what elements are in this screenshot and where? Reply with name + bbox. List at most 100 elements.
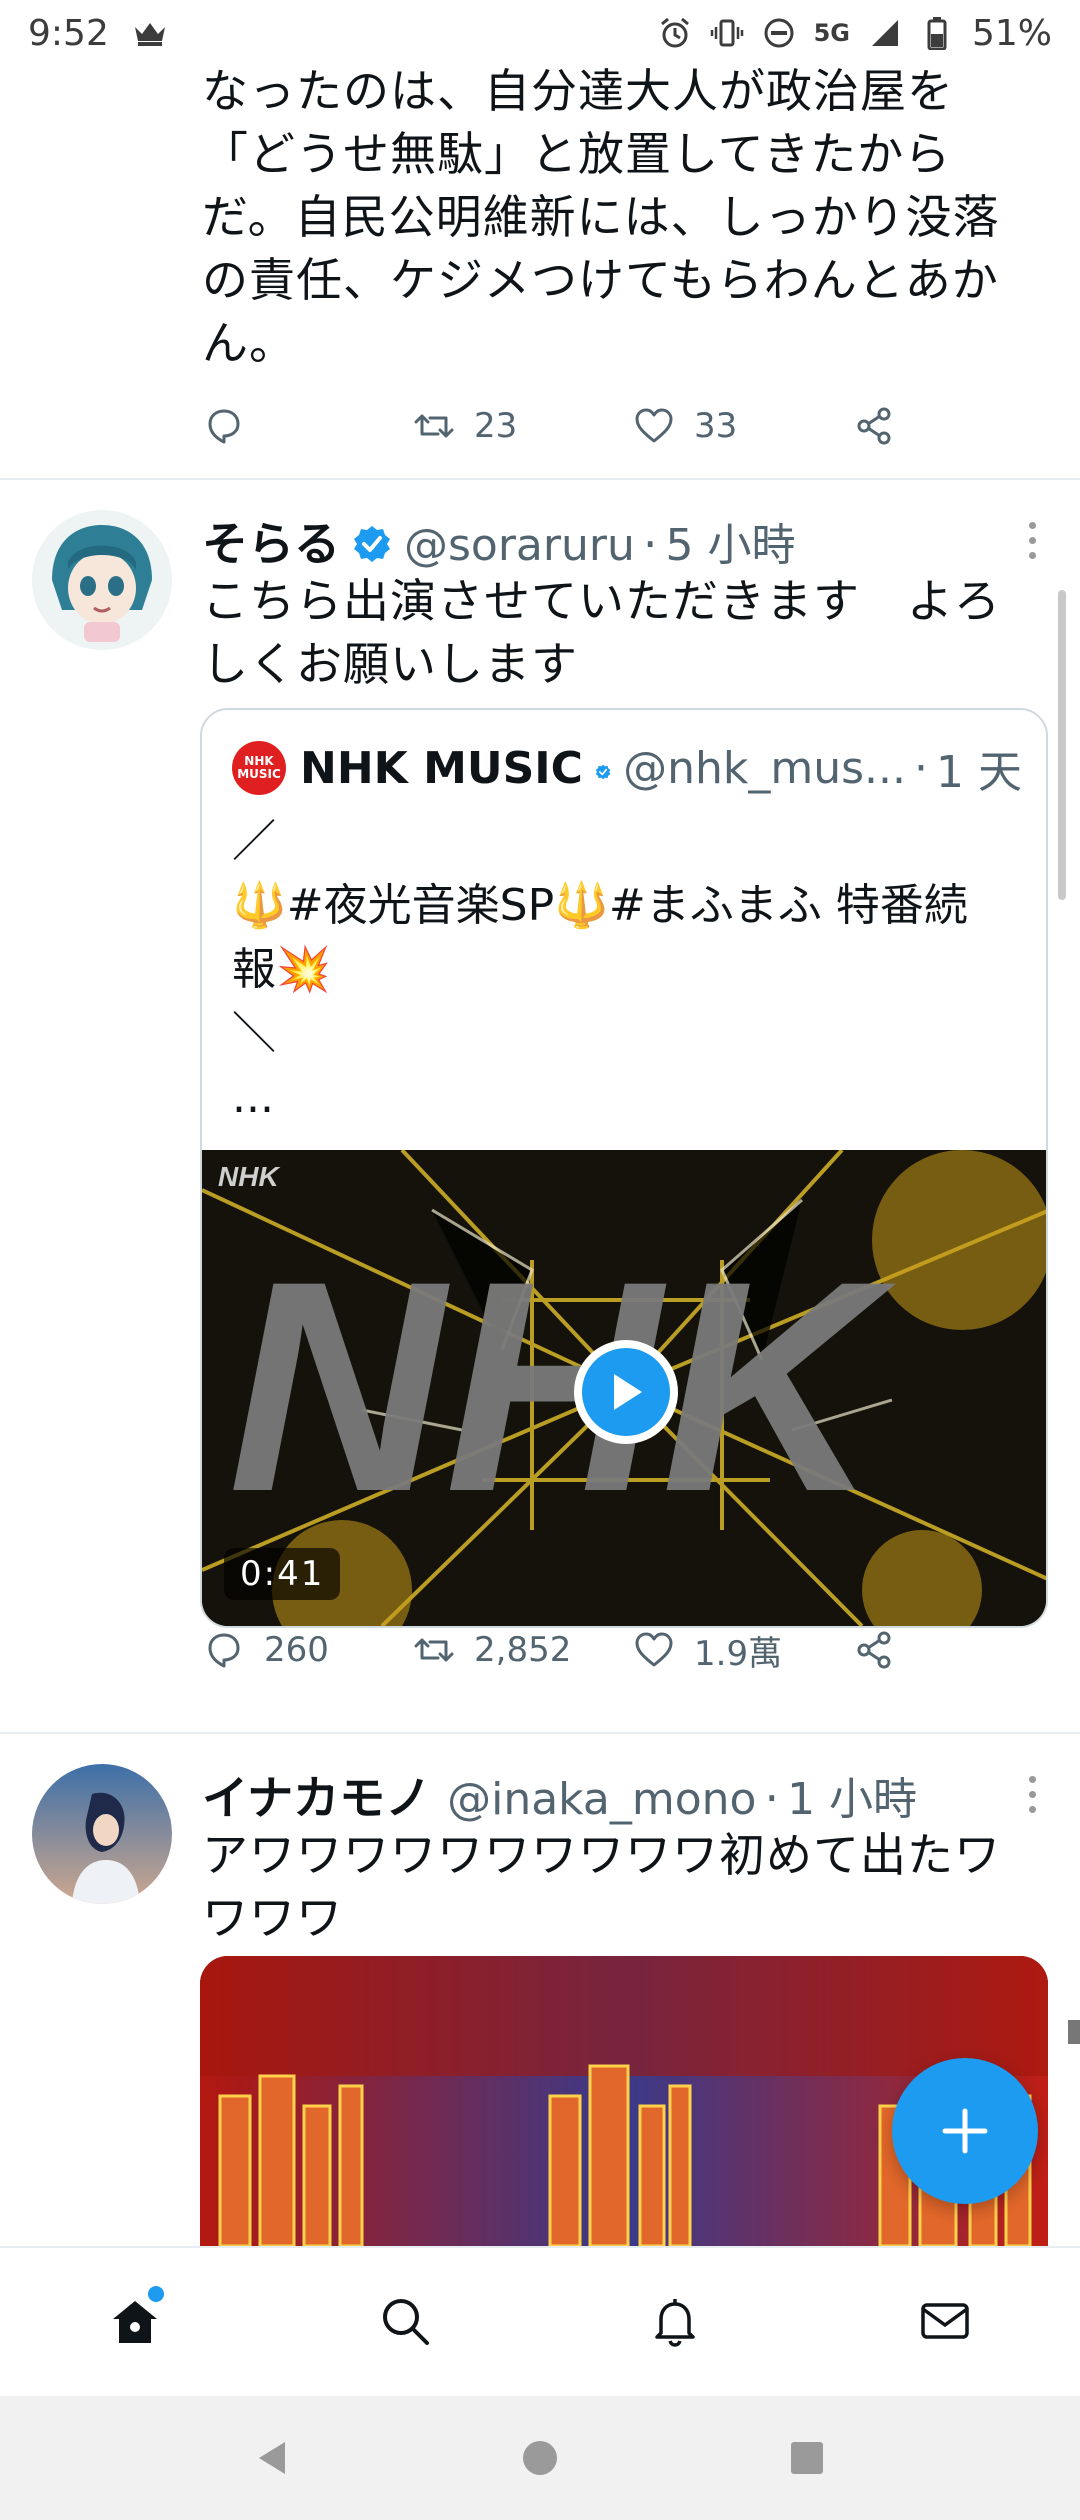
envelope-icon [921,2303,969,2339]
back-triangle-icon [259,2442,286,2474]
retweet-icon [414,1638,454,1662]
vibrate-icon [710,16,744,50]
do-not-disturb-icon [762,16,796,50]
scrollbar-thumb[interactable] [1058,590,1066,900]
more-options-icon[interactable] [1022,1776,1042,1813]
heart-icon [635,1632,673,1667]
quoted-tweet-text: ／ 🔱#夜光音楽SP🔱#まふまふ 特番続 報💥 ＼ ... [232,810,1022,1130]
tab-home[interactable] [90,2276,180,2366]
quoted-text-line: ... [232,1072,274,1123]
recents-button[interactable] [777,2428,837,2488]
compose-tweet-button[interactable] [892,2058,1038,2204]
verified-badge-icon [354,526,390,562]
back-button[interactable] [243,2428,303,2488]
retweet-count: 2,852 [474,1630,572,1670]
video-big-logo: NHK [228,1218,900,1554]
quoted-display-name: NHK MUSIC [300,742,583,794]
heart-icon [635,408,673,443]
quoted-avatar-line: MUSIC [237,767,281,781]
share-button[interactable] [852,1628,896,1672]
reply-icon [208,409,240,444]
quoted-text-line: ＼ [232,1008,276,1059]
tab-notifications[interactable] [630,2276,720,2366]
retweet-count: 23 [474,406,518,446]
share-icon [857,407,891,445]
separator-dot: · [914,742,929,794]
quoted-tweet[interactable]: NHK MUSIC NHK MUSIC @nhk_mus... · 1 天 ／ 🔱… [200,708,1048,1628]
tweet[interactable]: そらる @soraruru · 5 小時 こちら出演させていただきます よろ し… [0,480,1080,1730]
display-name[interactable]: イナカモノ [202,1762,431,1828]
retweet-button[interactable]: 23 [412,404,632,448]
reply-button[interactable]: 260 [202,1628,412,1672]
display-name[interactable]: そらる [202,508,340,574]
status-time: 9:52 [28,12,109,54]
share-button[interactable] [852,404,896,448]
alarm-icon [658,16,692,50]
like-count: 1.9萬 [694,1633,783,1674]
play-button[interactable] [574,1340,678,1444]
crown-icon [134,23,165,46]
share-icon [857,1631,891,1669]
quoted-tweet-header: NHK MUSIC NHK MUSIC @nhk_mus... · 1 天 [232,736,1022,800]
reply-button[interactable] [202,404,412,448]
tweet[interactable]: なったのは、自分達大人が政治屋を 「どうせ無駄」と放置してきたから だ。自民公明… [0,56,1080,476]
video-watermark: NHK [218,1161,280,1192]
new-content-dot [148,2286,164,2302]
tweet-actions: 260 2,852 1.9萬 [202,1622,1020,1678]
avatar[interactable] [32,1764,172,1904]
tweet-text-line: 「どうせ無駄」と放置してきたから [202,127,952,181]
home-button[interactable] [510,2428,570,2488]
bell-icon [655,2299,695,2347]
avatar-illustration [32,510,172,650]
signal-icon [868,16,902,50]
retweet-button[interactable]: 2,852 [412,1628,632,1672]
system-navigation-bar [0,2396,1080,2520]
search-icon [383,2299,429,2345]
tweet-text: アワワワワワワワワワワ初めて出たワ ワワワ [202,1824,1042,1950]
quoted-text-line: 🔱#夜光音楽SP🔱#まふまふ 特番続 [232,880,968,931]
separator-dot: · [642,517,658,571]
quoted-text-line: 報💥 [232,944,331,995]
tweet-text-line: ん。 [202,316,296,370]
verified-badge-icon [595,764,611,780]
recents-square-icon [790,2442,823,2474]
tweet-text-line: なったのは、自分達大人が政治屋を [202,64,954,118]
tweet-text-line: ワワワ [202,1891,343,1945]
home-circle-icon [522,2441,557,2475]
tweet-text-line: の責任、ケジメつけてもらわんとあか [202,253,999,307]
tweet-header: イナカモノ @inaka_mono · 1 小時 [202,1762,1040,1828]
tweet-text: こちら出演させていただきます よろ しくお願いします [202,570,1042,696]
tweet-text-line: だ。自民公明維新には、しっかり没落 [202,190,1000,244]
timestamp[interactable]: 1 小時 [787,1763,917,1827]
tab-messages[interactable] [900,2276,990,2366]
quoted-timestamp: 1 天 [936,747,1022,798]
more-options-icon[interactable] [1022,522,1042,559]
tweet-text-line: こちら出演させていただきます よろ [202,574,1001,628]
bottom-tab-bar [0,2246,1080,2394]
battery-icon [920,16,954,50]
reply-count: 260 [264,1630,329,1670]
plus-icon [942,2108,988,2154]
retweet-icon [414,414,454,438]
video-player[interactable]: NHK NHK 0:41 [202,1150,1046,1626]
avatar[interactable] [32,510,172,650]
avatar-illustration [32,1764,172,1904]
video-duration: 0:41 [224,1548,341,1600]
tweet-text-line: しくお願いします [202,637,578,691]
reply-icon [208,1633,240,1668]
play-icon [614,1374,642,1410]
separator-dot: · [764,1771,780,1825]
handle[interactable]: @soraruru [404,520,635,571]
like-count: 33 [694,406,738,446]
handle[interactable]: @inaka_mono [447,1774,756,1825]
tweet-header: そらる @soraruru · 5 小時 [202,508,1040,574]
like-button[interactable]: 33 [632,404,852,448]
like-button[interactable]: 1.9萬 [632,1626,852,1675]
tweet-actions: 23 33 [202,398,1020,454]
battery-percent: 51% [971,12,1052,54]
network-type: 5G [813,19,850,47]
quoted-handle: @nhk_mus... [623,742,907,794]
timestamp[interactable]: 5 小時 [665,509,795,573]
tab-search[interactable] [360,2276,450,2366]
tweet-text-line: アワワワワワワワワワワ初めて出たワ [202,1828,1001,1882]
